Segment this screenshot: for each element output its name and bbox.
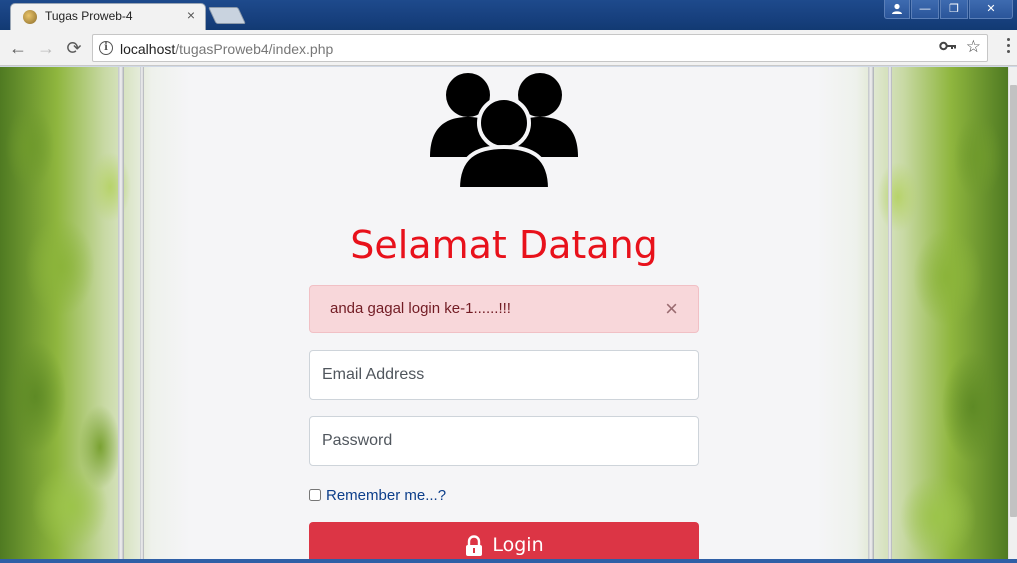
minimize-button[interactable]: — — [911, 0, 939, 19]
close-window-button[interactable]: ✕ — [969, 0, 1013, 19]
error-alert: anda gagal login ke-1......!!! × — [309, 285, 699, 333]
background-pole — [888, 67, 892, 563]
background-foliage-right — [818, 67, 1008, 563]
page-viewport: Selamat Datang anda gagal login ke-1....… — [0, 67, 1008, 563]
scrollbar-thumb[interactable] — [1010, 85, 1017, 517]
remember-checkbox[interactable] — [309, 489, 321, 501]
url-path: /tugasProweb4/index.php — [175, 41, 334, 57]
restore-button[interactable]: ❐ — [940, 0, 968, 19]
forward-button[interactable]: → — [34, 36, 58, 60]
alert-close-button[interactable]: × — [665, 297, 678, 321]
background-pole — [140, 67, 144, 563]
url-text[interactable]: localhost/tugasProweb4/index.php — [120, 41, 333, 57]
browser-toolbar: ← → ⟳ i localhost/tugasProweb4/index.php… — [0, 30, 1017, 66]
background-foliage-left — [0, 67, 190, 563]
menu-icon[interactable] — [1007, 38, 1011, 58]
tab-close-button[interactable]: × — [187, 7, 195, 23]
address-bar[interactable]: i localhost/tugasProweb4/index.php ☆ — [92, 34, 988, 62]
profile-button[interactable] — [884, 0, 910, 19]
users-icon — [430, 73, 578, 189]
password-field[interactable] — [309, 416, 699, 466]
remember-me[interactable]: Remember me...? — [309, 485, 446, 505]
browser-tab[interactable]: Tugas Proweb-4 × — [10, 3, 206, 30]
star-icon[interactable]: ☆ — [966, 37, 981, 57]
remember-label[interactable]: Remember me...? — [326, 487, 446, 504]
taskbar-edge — [0, 559, 1017, 563]
vertical-scrollbar[interactable] — [1008, 67, 1017, 563]
url-host: localhost — [120, 41, 176, 57]
window-controls: — ❐ ✕ — [883, 0, 1013, 20]
login-button[interactable]: Login — [309, 522, 699, 563]
key-icon[interactable] — [939, 39, 957, 56]
tab-title: Tugas Proweb-4 — [45, 9, 133, 23]
email-field[interactable] — [309, 350, 699, 400]
lock-icon — [466, 535, 483, 556]
back-button[interactable]: ← — [6, 36, 30, 60]
page-title: Selamat Datang — [350, 223, 658, 267]
alert-message: anda gagal login ke-1......!!! — [330, 300, 511, 317]
favicon-icon — [23, 10, 37, 24]
background-pole — [118, 67, 124, 563]
new-tab-button[interactable] — [208, 7, 246, 24]
reload-button[interactable]: ⟳ — [62, 36, 86, 60]
user-icon — [892, 3, 902, 14]
background-pole — [868, 67, 874, 563]
info-icon[interactable]: i — [99, 41, 113, 55]
window-titlebar: Tugas Proweb-4 × — ❐ ✕ — [0, 0, 1017, 30]
login-label: Login — [492, 534, 544, 556]
